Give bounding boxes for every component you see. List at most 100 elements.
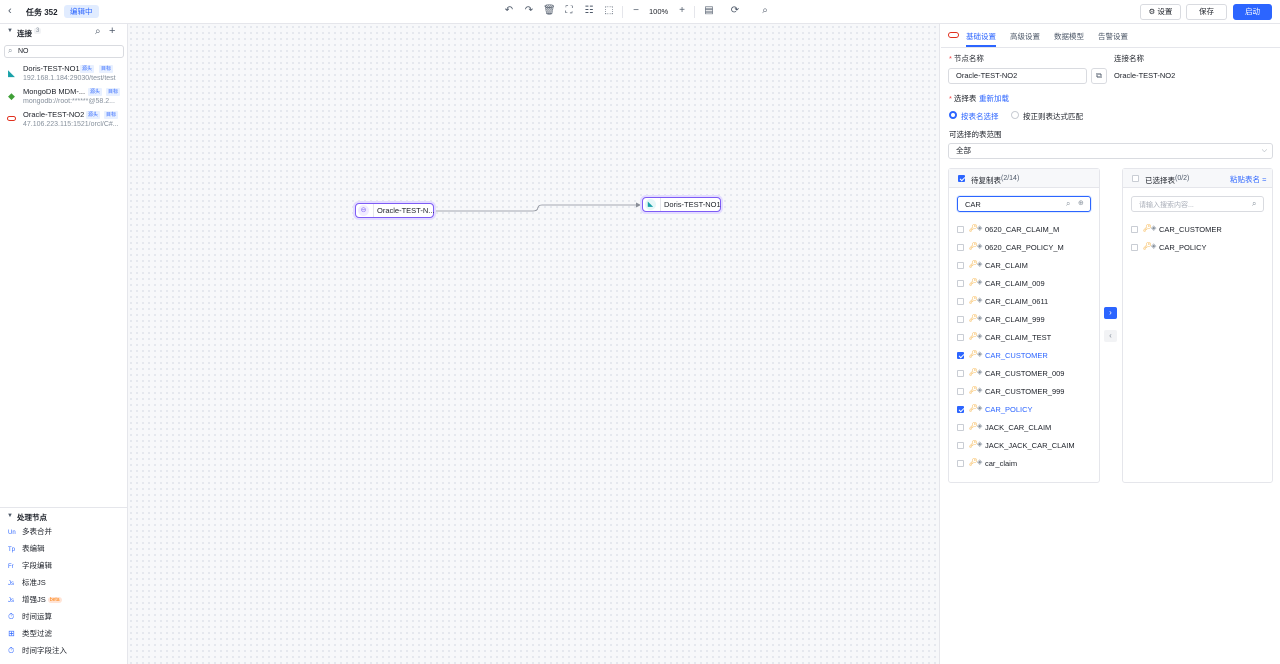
table-row-checkbox[interactable] [957, 280, 964, 287]
radio-by-regex-label: 按正则表达式匹配 [1023, 112, 1083, 121]
table-row-checkbox[interactable] [957, 406, 964, 413]
move-right-button[interactable]: › [1104, 307, 1117, 319]
redo-icon[interactable]: ↷ [523, 5, 535, 17]
refresh-icon[interactable]: ⟳ [729, 5, 741, 17]
table-row[interactable]: 🔑︎ ◈ 0620_CAR_POLICY_M [949, 239, 1099, 257]
table-row-checkbox[interactable] [957, 442, 964, 449]
dag-canvas[interactable]: ⊖ Oracle-TEST-N... ◣ Doris-TEST-NO1 [128, 24, 940, 664]
table-row-checkbox[interactable] [1131, 226, 1138, 233]
add-connection-icon[interactable]: + [109, 25, 115, 37]
layout-icon[interactable]: ☷ [583, 5, 595, 17]
tab-basic-settings[interactable]: 基础设置 [966, 31, 996, 42]
connections-title: 连接 [17, 29, 32, 38]
table-row[interactable]: 🔑︎ ◈ CAR_CLAIM_999 [949, 311, 1099, 329]
table-range-select[interactable]: 全部 ⌵ [948, 143, 1273, 159]
selected-search-input[interactable]: 请输入搜索内容... ⌕ [1131, 196, 1264, 212]
select-all-checkbox[interactable] [958, 175, 965, 182]
table-icon: ◈ [977, 225, 983, 232]
table-row[interactable]: 🔑︎ ◈ JACK_CAR_CLAIM [949, 419, 1099, 437]
process-node-standard-js[interactable]: Js 标准JS [8, 576, 46, 590]
table-row[interactable]: 🔑︎ ◈ CAR_CUSTOMER [949, 347, 1099, 365]
search-icon: ⌕ [1252, 199, 1257, 208]
copy-icon[interactable]: ⧉ [1091, 68, 1107, 84]
table-row[interactable]: 🔑︎ ◈ CAR_POLICY [949, 401, 1099, 419]
connection-search-input[interactable]: ⌕ NO [4, 45, 124, 58]
radio-by-name[interactable] [949, 111, 957, 119]
collapse-icon[interactable]: ▼ [7, 28, 13, 34]
process-node-multi-merge[interactable]: Un 多表合并 [8, 525, 52, 539]
table-row-checkbox[interactable] [957, 352, 964, 359]
radio-by-regex[interactable] [1011, 111, 1019, 119]
table-row[interactable]: 🔑︎ ◈ CAR_CUSTOMER_009 [949, 365, 1099, 383]
process-node-field-edit[interactable]: Fr 字段编辑 [8, 559, 52, 573]
table-row-checkbox[interactable] [957, 316, 964, 323]
back-icon[interactable]: ‹ [8, 5, 12, 17]
select-table-label: * 选择表 [949, 94, 977, 103]
process-node-time-field-inject[interactable]: ⏱ 时间字段注入 [8, 644, 67, 658]
table-row[interactable]: 🔑︎ ◈ CAR_CUSTOMER [1123, 221, 1273, 239]
connection-item-mongodb[interactable]: ◆ MongoDB MDM-... 源头 目标 mongodb://root:*… [0, 87, 127, 110]
move-left-button[interactable]: ‹ [1104, 330, 1117, 342]
process-node-enhanced-js[interactable]: Js 增强JS beta [8, 593, 62, 607]
table-row-checkbox[interactable] [957, 244, 964, 251]
search-icon[interactable]: ⌕ [759, 5, 771, 17]
tab-data-model[interactable]: 数据模型 [1054, 31, 1084, 42]
save-button[interactable]: 保存 [1186, 4, 1227, 20]
edge-connector [434, 202, 641, 212]
table-row-checkbox[interactable] [1131, 244, 1138, 251]
search-icon[interactable]: ⌕ [95, 26, 101, 37]
connection-item-oracle[interactable]: Oracle-TEST-NO2 源头 目标 47.106.223.115:152… [0, 110, 127, 133]
process-node-label: 增强JS [22, 595, 46, 604]
table-row[interactable]: 🔑︎ ◈ CAR_POLICY [1123, 239, 1273, 257]
divider [694, 6, 695, 18]
table-row[interactable]: 🔑︎ ◈ car_claim [949, 455, 1099, 473]
connection-address: 192.168.1.184:29030/test/test [23, 75, 116, 82]
table-row[interactable]: 🔑︎ ◈ CAR_CLAIM_009 [949, 275, 1099, 293]
regex-icon[interactable]: ⊕ [1078, 199, 1084, 207]
table-row-checkbox[interactable] [957, 424, 964, 431]
target-node-doris[interactable]: ◣ Doris-TEST-NO1 [642, 197, 721, 212]
table-row-checkbox[interactable] [957, 460, 964, 467]
select-all-checkbox[interactable] [1132, 175, 1139, 182]
reload-link[interactable]: 重新加载 [979, 93, 1009, 104]
process-node-type-filter[interactable]: ⊞ 类型过滤 [8, 627, 52, 641]
node-name-input[interactable]: Oracle-TEST-NO2 [948, 68, 1087, 84]
delete-icon[interactable]: 🗑︎ [543, 5, 556, 17]
zoom-in-icon[interactable]: + [676, 5, 688, 17]
table-row-checkbox[interactable] [957, 298, 964, 305]
table-row[interactable]: 🔑︎ ◈ CAR_CLAIM_0611 [949, 293, 1099, 311]
table-row[interactable]: 🔑︎ ◈ CAR_CUSTOMER_999 [949, 383, 1099, 401]
pending-tables-list: 🔑︎ ◈ 0620_CAR_CLAIM_M 🔑︎ ◈ 0620_CAR_POLICY_M 🔑… [949, 221, 1099, 481]
table-row-checkbox[interactable] [957, 262, 964, 269]
table-name: 0620_CAR_POLICY_M [985, 243, 1064, 252]
start-button[interactable]: 启动 [1233, 4, 1272, 20]
node-label: Doris-TEST-NO1 [660, 198, 721, 211]
table-row[interactable]: 🔑︎ ◈ CAR_CLAIM [949, 257, 1099, 275]
collapse-icon[interactable]: ▼ [7, 513, 13, 519]
table-row-checkbox[interactable] [957, 226, 964, 233]
clipboard-icon[interactable]: ▤ [703, 5, 715, 17]
tab-alert-settings[interactable]: 告警设置 [1098, 31, 1128, 42]
select-icon[interactable]: ⬚ [603, 5, 615, 17]
table-row-checkbox[interactable] [957, 334, 964, 341]
node-settings-panel: 基础设置 高级设置 数据模型 告警设置 * 节点名称 Oracle-TEST-NO… [941, 24, 1280, 664]
field-edit-icon: Fr [8, 564, 14, 570]
process-node-table-edit[interactable]: Tp 表编辑 [8, 542, 45, 556]
connection-item-doris[interactable]: ◣ Doris-TEST-NO1 源头 目标 192.168.1.184:290… [0, 64, 127, 87]
undo-icon[interactable]: ↶ [503, 5, 515, 17]
source-node-oracle[interactable]: ⊖ Oracle-TEST-N... [355, 203, 435, 218]
fit-view-icon[interactable]: ⛶ [563, 5, 575, 17]
paste-table-names-link[interactable]: 粘贴表名 ≈ [1230, 174, 1266, 185]
table-row-checkbox[interactable] [957, 388, 964, 395]
table-row[interactable]: 🔑︎ ◈ JACK_JACK_CAR_CLAIM [949, 437, 1099, 455]
connection-name: MongoDB MDM-... [23, 87, 86, 96]
tab-advanced-settings[interactable]: 高级设置 [1010, 31, 1040, 42]
table-row[interactable]: 🔑︎ ◈ 0620_CAR_CLAIM_M [949, 221, 1099, 239]
table-row-checkbox[interactable] [957, 370, 964, 377]
process-node-time-calc[interactable]: ⏱ 时间运算 [8, 610, 52, 624]
pending-search-input[interactable]: CAR ⌕ ⊕ [957, 196, 1091, 212]
zoom-out-icon[interactable]: − [630, 5, 642, 17]
settings-button[interactable]: ⚙ 设置 [1140, 4, 1181, 20]
connection-name: Oracle-TEST-NO2 [23, 110, 85, 119]
table-row[interactable]: 🔑︎ ◈ CAR_CLAIM_TEST [949, 329, 1099, 347]
